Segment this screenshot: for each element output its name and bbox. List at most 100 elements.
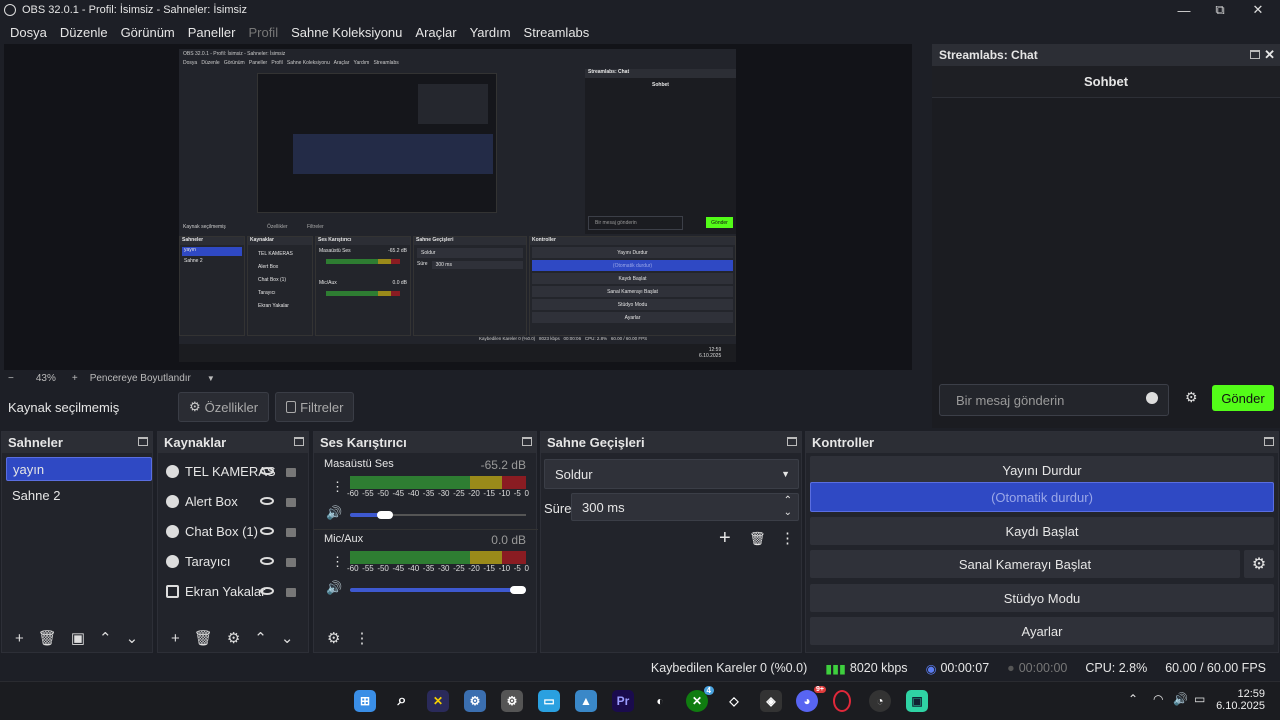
source-item[interactable]: Alert Box: [166, 489, 306, 513]
settings-button[interactable]: Ayarlar: [810, 617, 1274, 645]
scene-item[interactable]: yayın: [6, 457, 152, 481]
chat-message-input[interactable]: Bir mesaj gönderin: [939, 384, 1169, 416]
speaker-icon[interactable]: 🔊: [326, 580, 342, 596]
properties-button[interactable]: ⚙ Özellikler: [178, 392, 270, 422]
volume-icon[interactable]: 🔊: [1173, 692, 1188, 706]
zoom-out-button[interactable]: −: [8, 373, 14, 384]
scene-filter-icon[interactable]: ▣: [71, 629, 85, 647]
visibility-eye-icon[interactable]: [260, 587, 274, 595]
move-down-icon[interactable]: ⌄: [126, 629, 139, 647]
channel-menu-icon[interactable]: ⋮: [331, 554, 344, 570]
menu-tools[interactable]: Araçlar: [415, 25, 456, 40]
wifi-icon[interactable]: ◠: [1153, 692, 1163, 706]
xbox-icon[interactable]: ✕ 4: [686, 686, 714, 712]
close-dock-icon[interactable]: ✕: [1264, 47, 1275, 63]
emoji-icon[interactable]: [1146, 392, 1158, 404]
remove-source-icon[interactable]: 🗑: [194, 629, 213, 647]
studio-mode-button[interactable]: Stüdyo Modu: [810, 584, 1274, 612]
speaker-icon[interactable]: 🔊: [326, 505, 342, 521]
lock-icon[interactable]: [286, 468, 296, 477]
send-button[interactable]: Gönder: [1212, 385, 1274, 411]
maximize-button[interactable]: ⧉: [1202, 0, 1238, 20]
transition-select[interactable]: Soldur ▼: [544, 459, 799, 489]
streamlabs-icon[interactable]: ▣: [906, 690, 928, 712]
remove-scene-icon[interactable]: 🗑: [38, 629, 57, 647]
search-icon[interactable]: ⌕: [391, 690, 413, 712]
zoom-dropdown-icon[interactable]: ▼: [207, 374, 215, 383]
photos-icon[interactable]: ▲: [575, 690, 597, 712]
discord-icon[interactable]: ◕ 9+: [796, 686, 826, 712]
undock-icon[interactable]: [522, 437, 532, 446]
tray-chevron-icon[interactable]: ⌃: [1128, 692, 1138, 706]
undock-icon[interactable]: [1250, 50, 1260, 59]
channel-menu-icon[interactable]: ⋮: [331, 479, 344, 495]
scene-item[interactable]: Sahne 2: [6, 483, 152, 507]
clipchamp-icon[interactable]: ◇: [723, 690, 745, 712]
premiere-icon[interactable]: Pr: [612, 690, 634, 712]
filters-button[interactable]: Filtreler: [275, 392, 355, 422]
source-item[interactable]: TEL KAMERAS: [166, 459, 306, 483]
capcut-icon[interactable]: ◐: [649, 690, 671, 712]
windows-start-icon[interactable]: ⊞: [354, 690, 376, 712]
add-transition-icon[interactable]: +: [719, 527, 731, 550]
add-source-icon[interactable]: +: [171, 630, 180, 647]
transition-menu-icon[interactable]: ⋮: [780, 529, 795, 547]
start-virtual-camera-button[interactable]: Sanal Kamerayı Başlat: [810, 550, 1240, 578]
source-item[interactable]: Ekran Yakalar: [166, 579, 306, 603]
chat-settings-icon[interactable]: ⚙: [1185, 389, 1198, 406]
source-item[interactable]: Tarayıcı: [166, 549, 306, 573]
kodi-icon[interactable]: ◈: [760, 690, 782, 712]
auto-stop-button[interactable]: (Otomatik durdur): [810, 482, 1274, 512]
undock-icon[interactable]: [1264, 437, 1274, 446]
visibility-eye-icon[interactable]: [260, 497, 274, 505]
minimize-button[interactable]: —: [1166, 0, 1202, 20]
volume-slider-knob[interactable]: [377, 511, 393, 519]
menu-docks[interactable]: Paneller: [188, 25, 236, 40]
xampp-icon[interactable]: ✕: [427, 690, 449, 712]
undock-icon[interactable]: [294, 437, 304, 446]
app-gear-icon[interactable]: ⚙: [501, 690, 523, 712]
bitrate: 8020 kbps: [849, 661, 908, 675]
lock-icon[interactable]: [286, 558, 296, 567]
source-item[interactable]: Chat Box (1): [166, 519, 306, 543]
mixer-menu-icon[interactable]: ⋮: [354, 629, 369, 647]
dock-app-icon[interactable]: ▭: [538, 690, 560, 712]
obs-taskbar-icon[interactable]: ◔: [869, 690, 891, 712]
menu-view[interactable]: Görünüm: [121, 25, 175, 40]
move-up-icon[interactable]: ⌃: [99, 629, 112, 647]
remove-transition-icon[interactable]: 🗑: [749, 531, 766, 547]
source-properties-icon[interactable]: ⚙: [227, 629, 240, 647]
visibility-eye-icon[interactable]: [260, 527, 274, 535]
menu-streamlabs[interactable]: Streamlabs: [524, 25, 590, 40]
move-down-icon[interactable]: ⌄: [281, 629, 294, 647]
opera-icon[interactable]: [833, 690, 851, 712]
duration-input[interactable]: 300 ms ⌃ ⌄: [571, 493, 799, 521]
menu-scene-collection[interactable]: Sahne Koleksiyonu: [291, 25, 402, 40]
menu-file[interactable]: Dosya: [10, 25, 47, 40]
stepper-icon[interactable]: ⌃ ⌄: [784, 495, 792, 519]
clock[interactable]: 12:59 6.10.2025: [1215, 688, 1265, 712]
virtual-camera-settings-icon[interactable]: ⚙: [1244, 550, 1274, 578]
visibility-eye-icon[interactable]: [260, 467, 274, 475]
channel-db: -65.2 dB: [480, 458, 526, 472]
lock-icon[interactable]: [286, 588, 296, 597]
stop-streaming-button[interactable]: Yayını Durdur: [810, 456, 1274, 484]
close-button[interactable]: ✕: [1240, 0, 1276, 20]
zoom-in-button[interactable]: +: [72, 373, 78, 384]
battery-icon[interactable]: ▭: [1194, 692, 1205, 706]
advanced-audio-icon[interactable]: ⚙: [327, 629, 340, 647]
menu-profile[interactable]: Profil: [248, 25, 278, 40]
undock-icon[interactable]: [787, 437, 797, 446]
settings-gear-icon[interactable]: ⚙: [464, 690, 486, 712]
volume-slider-knob[interactable]: [510, 586, 526, 594]
meter-ticks: -60 -55 -50 -45 -40 -35 -30 -25 -20 -15 -10 -5 0: [347, 489, 529, 498]
start-recording-button[interactable]: Kaydı Başlat: [810, 517, 1274, 545]
visibility-eye-icon[interactable]: [260, 557, 274, 565]
lock-icon[interactable]: [286, 528, 296, 537]
undock-icon[interactable]: [138, 437, 148, 446]
move-up-icon[interactable]: ⌃: [254, 629, 267, 647]
menu-edit[interactable]: Düzenle: [60, 25, 108, 40]
lock-icon[interactable]: [286, 498, 296, 507]
menu-help[interactable]: Yardım: [470, 25, 511, 40]
add-scene-icon[interactable]: +: [15, 630, 24, 647]
